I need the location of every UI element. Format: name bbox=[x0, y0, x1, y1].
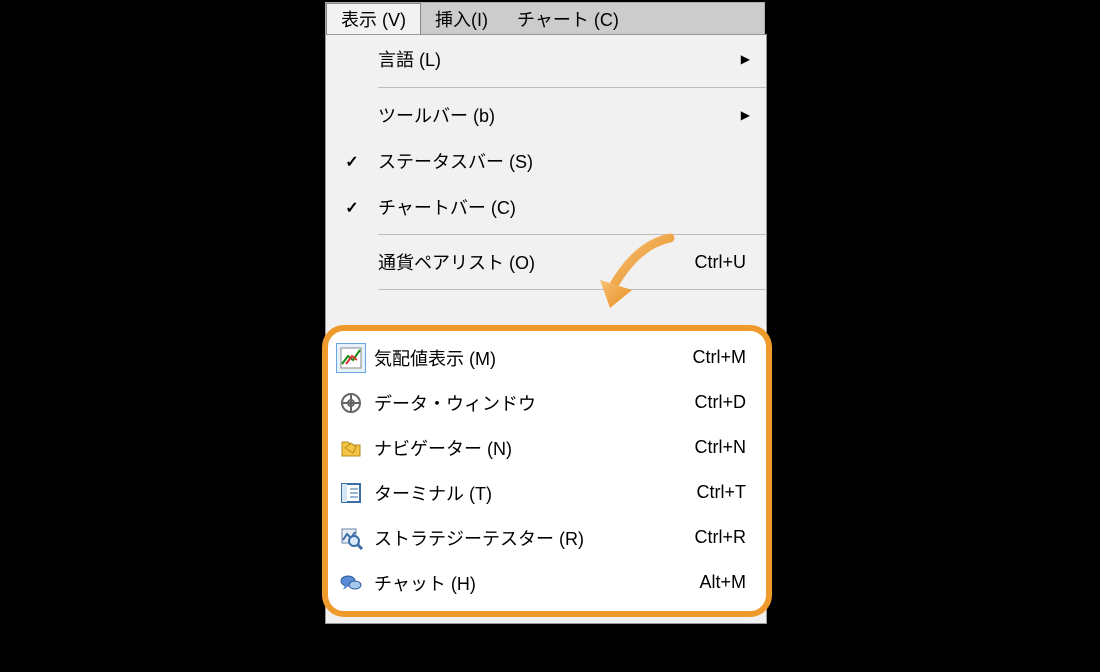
navigator-label: ナビゲーター (N) bbox=[374, 435, 674, 461]
data-window-shortcut: Ctrl+D bbox=[674, 392, 766, 413]
chat-icon bbox=[328, 571, 374, 595]
menubar-item-insert[interactable]: 挿入(I) bbox=[421, 3, 503, 34]
data-window-icon bbox=[328, 391, 374, 415]
strategy-tester-label: ストラテジーテスター (R) bbox=[374, 525, 674, 551]
menu-item-data-window[interactable]: データ・ウィンドウ Ctrl+D bbox=[328, 380, 766, 425]
menu-item-toolbars[interactable]: ツールバー (b) ▶ bbox=[326, 92, 766, 138]
symbols-label: 通貨ペアリスト (O) bbox=[378, 249, 674, 275]
toolbars-label: ツールバー (b) bbox=[378, 102, 741, 128]
chat-label: チャット (H) bbox=[374, 570, 674, 596]
checkmark-icon bbox=[326, 151, 378, 172]
terminal-icon bbox=[328, 481, 374, 505]
menubar-item-view[interactable]: 表示 (V) bbox=[326, 3, 421, 34]
menubar-item-chart[interactable]: チャート (C) bbox=[503, 3, 634, 34]
separator bbox=[378, 289, 766, 290]
language-label: 言語 (L) bbox=[378, 46, 741, 72]
menu-item-strategy-tester[interactable]: ストラテジーテスター (R) Ctrl+R bbox=[328, 515, 766, 560]
menu-item-chat[interactable]: チャット (H) Alt+M bbox=[328, 560, 766, 605]
market-watch-label: 気配値表示 (M) bbox=[374, 345, 674, 371]
chartbar-label: チャートバー (C) bbox=[378, 194, 674, 220]
menubar-chart-label: チャート (C) bbox=[517, 6, 619, 32]
menubar-insert-label: 挿入(I) bbox=[435, 6, 488, 32]
market-watch-shortcut: Ctrl+M bbox=[674, 347, 766, 368]
highlight-annotation: 気配値表示 (M) Ctrl+M データ・ウィンドウ Ctrl+D ナビゲーター… bbox=[322, 325, 772, 617]
strategy-tester-shortcut: Ctrl+R bbox=[674, 527, 766, 548]
terminal-shortcut: Ctrl+T bbox=[674, 482, 766, 503]
menubar-view-label: 表示 (V) bbox=[341, 6, 406, 32]
menu-item-chartbar[interactable]: チャートバー (C) bbox=[326, 184, 766, 230]
submenu-arrow-icon: ▶ bbox=[741, 52, 766, 66]
market-watch-icon bbox=[328, 343, 374, 373]
data-window-label: データ・ウィンドウ bbox=[374, 390, 674, 416]
menu-item-market-watch[interactable]: 気配値表示 (M) Ctrl+M bbox=[328, 335, 766, 380]
navigator-shortcut: Ctrl+N bbox=[674, 437, 766, 458]
separator bbox=[378, 87, 766, 88]
menubar: 表示 (V) 挿入(I) チャート (C) bbox=[325, 2, 765, 35]
menu-item-symbols[interactable]: 通貨ペアリスト (O) Ctrl+U bbox=[326, 239, 766, 285]
symbols-shortcut: Ctrl+U bbox=[674, 252, 766, 273]
terminal-label: ターミナル (T) bbox=[374, 480, 674, 506]
navigator-icon bbox=[328, 436, 374, 460]
menu-item-terminal[interactable]: ターミナル (T) Ctrl+T bbox=[328, 470, 766, 515]
strategy-tester-icon bbox=[328, 526, 374, 550]
submenu-arrow-icon: ▶ bbox=[741, 108, 766, 122]
statusbar-label: ステータスバー (S) bbox=[378, 148, 674, 174]
menu-item-statusbar[interactable]: ステータスバー (S) bbox=[326, 138, 766, 184]
menu-item-language[interactable]: 言語 (L) ▶ bbox=[326, 35, 766, 83]
separator bbox=[378, 234, 766, 235]
checkmark-icon bbox=[326, 197, 378, 218]
chat-shortcut: Alt+M bbox=[674, 572, 766, 593]
menu-item-navigator[interactable]: ナビゲーター (N) Ctrl+N bbox=[328, 425, 766, 470]
